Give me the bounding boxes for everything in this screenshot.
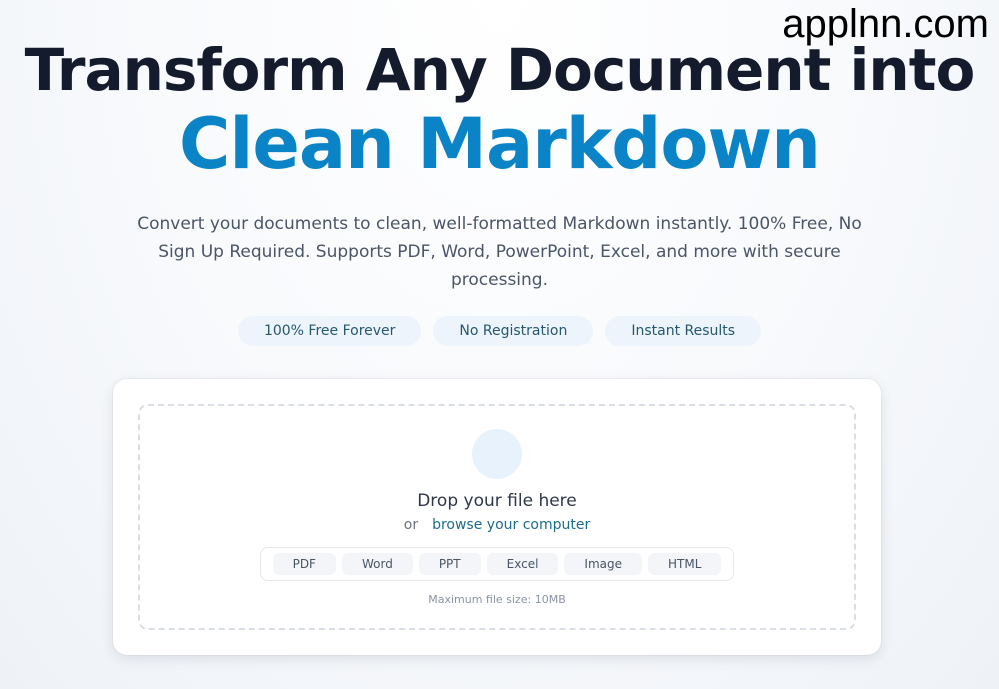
supported-formats: PDF Word PPT Excel Image HTML xyxy=(259,547,735,581)
badge-instant-results: Instant Results xyxy=(605,316,762,346)
format-image: Image xyxy=(564,553,643,575)
format-html: HTML xyxy=(648,553,722,575)
file-dropzone[interactable]: Drop your file here or browse your comput… xyxy=(138,404,856,630)
browse-link[interactable]: browse your computer xyxy=(432,517,590,533)
format-pdf: PDF xyxy=(272,553,336,575)
drop-title: Drop your file here xyxy=(417,491,577,511)
upload-icon xyxy=(472,429,522,479)
hero-section: Transform Any Document into Clean Markdo… xyxy=(0,36,999,346)
hero-title: Transform Any Document into xyxy=(24,36,976,104)
or-text: or xyxy=(403,517,419,533)
hero-subtitle: Convert your documents to clean, well-fo… xyxy=(137,214,862,290)
format-ppt: PPT xyxy=(418,553,481,575)
format-word: Word xyxy=(341,553,413,575)
upload-card: Drop your file here or browse your comput… xyxy=(113,379,881,655)
badge-free: 100% Free Forever xyxy=(237,316,422,346)
badge-no-registration: No Registration xyxy=(433,316,594,346)
hero-title-highlight: Clean Markdown xyxy=(179,103,821,185)
drop-or-row: or browse your computer xyxy=(140,517,854,533)
max-file-size: Maximum file size: 10MB xyxy=(428,593,566,606)
format-excel: Excel xyxy=(486,553,559,575)
feature-badges: 100% Free Forever No Registration Instan… xyxy=(0,316,999,346)
